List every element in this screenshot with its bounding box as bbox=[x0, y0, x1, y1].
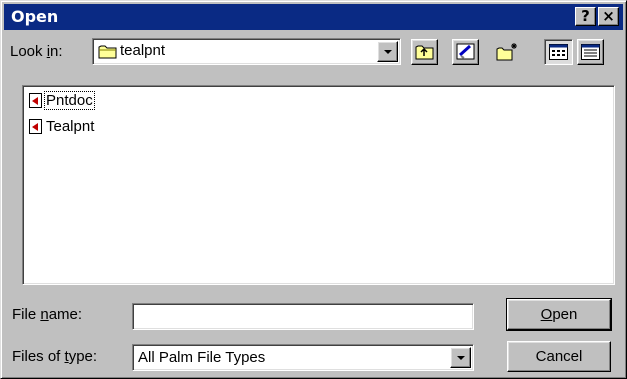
chevron-down-icon bbox=[457, 356, 465, 360]
look-in-label: Look in: bbox=[10, 43, 63, 60]
open-dialog: Open ? × Look in: tealpnt Pntdoc Tealpnt… bbox=[0, 0, 627, 379]
file-list[interactable]: Pntdoc Tealpnt bbox=[22, 85, 615, 285]
files-of-type-value: All Palm File Types bbox=[138, 349, 266, 366]
look-in-combobox[interactable]: tealpnt bbox=[92, 38, 401, 65]
details-view-button[interactable] bbox=[577, 39, 604, 65]
create-new-folder-icon bbox=[496, 43, 517, 61]
list-view-icon bbox=[549, 44, 568, 60]
dialog-title: Open bbox=[11, 7, 59, 26]
details-view-icon bbox=[581, 44, 600, 60]
title-bar[interactable]: Open ? × bbox=[4, 4, 623, 30]
palm-file-icon bbox=[29, 92, 42, 108]
cancel-button[interactable]: Cancel bbox=[507, 341, 611, 372]
list-view-button[interactable] bbox=[544, 39, 573, 65]
files-of-type-dropdown-button[interactable] bbox=[450, 347, 471, 368]
list-item[interactable]: Pntdoc bbox=[29, 90, 95, 110]
look-in-dropdown-button[interactable] bbox=[377, 41, 398, 62]
create-new-folder-button[interactable] bbox=[493, 39, 520, 65]
close-button[interactable]: × bbox=[598, 7, 619, 26]
file-name-label: File name: bbox=[12, 306, 83, 323]
file-name-label: Pntdoc bbox=[44, 90, 95, 110]
go-to-desktop-button[interactable] bbox=[452, 39, 479, 65]
files-of-type-label: Files of type: bbox=[12, 348, 98, 365]
folder-icon bbox=[98, 45, 117, 59]
desktop-icon bbox=[456, 43, 475, 60]
up-one-level-button[interactable] bbox=[411, 39, 438, 65]
chevron-down-icon bbox=[384, 50, 392, 54]
open-button[interactable]: Open bbox=[506, 298, 612, 331]
up-one-level-icon bbox=[415, 45, 434, 60]
file-name-input[interactable] bbox=[132, 303, 474, 330]
list-item[interactable]: Tealpnt bbox=[29, 116, 95, 136]
look-in-value: tealpnt bbox=[120, 42, 166, 59]
help-button[interactable]: ? bbox=[575, 7, 596, 26]
palm-file-icon bbox=[29, 118, 42, 134]
file-name-label: Tealpnt bbox=[46, 117, 95, 135]
files-of-type-combobox[interactable]: All Palm File Types bbox=[132, 344, 474, 371]
